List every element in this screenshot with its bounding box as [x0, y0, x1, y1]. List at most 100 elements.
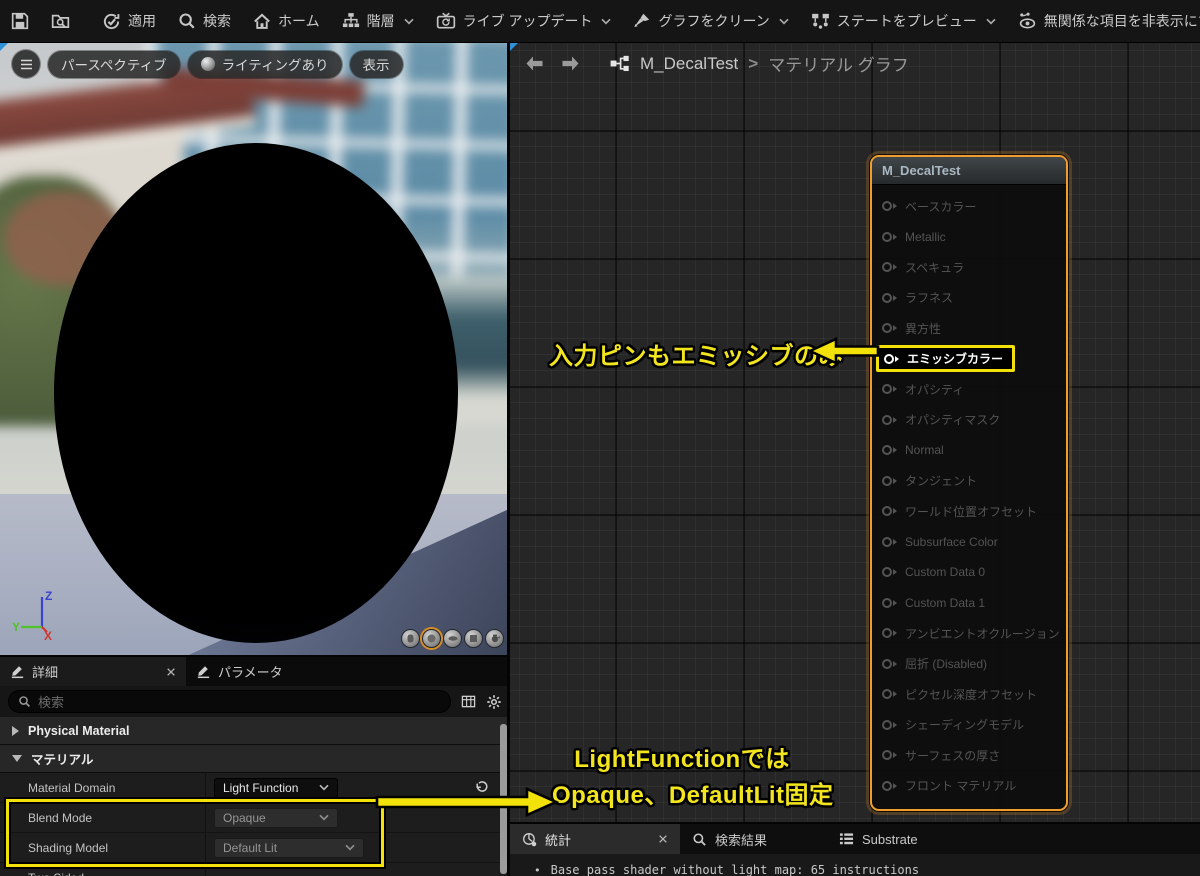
- tab-search-results-label: 検索結果: [715, 832, 768, 848]
- pin-pixel-depth-offset[interactable]: ピクセル深度オフセット: [872, 679, 1066, 710]
- details-highlight-box: [6, 799, 384, 867]
- tab-search-results[interactable]: 検索結果: [680, 824, 779, 854]
- hide-unrelated-button[interactable]: 無関係な項目を非表示にする: [1007, 0, 1200, 42]
- tab-parameters[interactable]: パラメータ: [186, 657, 293, 686]
- sphere-preview-button[interactable]: [422, 629, 441, 648]
- section-physical-material[interactable]: Physical Material: [0, 717, 510, 745]
- breadcrumb-current[interactable]: マテリアル グラフ: [768, 51, 909, 76]
- pin-surface-thickness[interactable]: サーフェスの厚さ: [872, 740, 1066, 771]
- sphere-icon: [423, 630, 440, 647]
- pin-refraction[interactable]: 屈折 (Disabled): [872, 649, 1066, 680]
- stats-message: Base pass shader without light map: 65 i…: [550, 863, 920, 876]
- cylinder-preview-button[interactable]: [401, 629, 420, 648]
- panel-divider-horizontal[interactable]: [0, 655, 510, 657]
- pin-custom-data-1[interactable]: Custom Data 1: [872, 588, 1066, 619]
- pin-opacity[interactable]: オパシティ: [872, 374, 1066, 405]
- forward-button[interactable]: [559, 55, 581, 72]
- preview-state-button[interactable]: ステートをプレビュー: [800, 0, 1007, 42]
- chevron-down-icon: [986, 18, 996, 25]
- pin-custom-data-0[interactable]: Custom Data 0: [872, 557, 1066, 588]
- gear-icon[interactable]: [486, 694, 502, 710]
- pin-icon: [882, 780, 897, 792]
- close-icon[interactable]: [658, 834, 668, 844]
- pin-anisotropy[interactable]: 異方性: [872, 313, 1066, 344]
- back-button[interactable]: [524, 55, 546, 72]
- breadcrumb-asset-name[interactable]: M_DecalTest: [640, 54, 738, 74]
- pin-specular[interactable]: スペキュラ: [872, 252, 1066, 283]
- viewport-menu-button[interactable]: [12, 50, 40, 78]
- search-label: 検索: [203, 13, 231, 29]
- pin-shading-model[interactable]: シェーディングモデル: [872, 710, 1066, 741]
- close-icon[interactable]: [166, 667, 176, 677]
- annotation-fixed-note: LightFunctionでは Opaque、DefaultLit固定: [552, 742, 833, 814]
- tab-details-label: 詳細: [32, 665, 59, 680]
- perspective-pill[interactable]: パースペクティブ: [48, 50, 180, 78]
- pin-metallic[interactable]: Metallic: [872, 222, 1066, 253]
- graph-icon: [610, 55, 630, 72]
- clean-graph-button[interactable]: グラフをクリーン: [622, 0, 799, 42]
- search-icon: [18, 695, 31, 708]
- show-pill[interactable]: 表示: [349, 50, 403, 78]
- pin-icon: [882, 658, 897, 670]
- tab-details[interactable]: 詳細: [0, 657, 186, 686]
- pin-icon: [882, 231, 897, 243]
- cube-preview-button[interactable]: [464, 629, 483, 648]
- breadcrumb-separator: >: [748, 53, 759, 73]
- live-update-button[interactable]: ライブ アップデート: [425, 0, 623, 42]
- search-icon: [692, 832, 707, 847]
- node-title[interactable]: M_DecalTest: [872, 157, 1066, 185]
- pin-icon: [882, 322, 897, 334]
- pin-icon: [882, 566, 897, 578]
- plane-preview-button[interactable]: [443, 629, 462, 648]
- chevron-down-icon: [601, 18, 612, 25]
- hierarchy-button[interactable]: 階層: [331, 0, 425, 42]
- browse-button[interactable]: [40, 0, 81, 42]
- home-button[interactable]: ホーム: [242, 0, 331, 42]
- collapsed-arrow-icon: [12, 725, 19, 736]
- clean-graph-label: グラフをクリーン: [658, 13, 770, 29]
- pin-front-material[interactable]: フロント マテリアル: [872, 771, 1066, 802]
- pin-roughness[interactable]: ラフネス: [872, 283, 1066, 314]
- tab-parameters-label: パラメータ: [218, 665, 283, 680]
- pin-emissive-color[interactable]: エミッシブカラー: [872, 344, 1066, 375]
- tab-substrate[interactable]: Substrate: [827, 824, 930, 854]
- pin-icon: [882, 749, 897, 761]
- material-domain-select[interactable]: Light Function: [214, 777, 338, 798]
- preview-state-label: ステートをプレビュー: [836, 13, 977, 29]
- pin-icon: [884, 353, 899, 365]
- pin-subsurface-color[interactable]: Subsurface Color: [872, 527, 1066, 558]
- grid-view-button[interactable]: [460, 694, 477, 709]
- lit-mode-pill[interactable]: ライティングあり: [187, 50, 342, 78]
- preview-mesh-buttons: [401, 629, 504, 648]
- substrate-icon: [839, 832, 854, 846]
- panel-divider-vertical[interactable]: [507, 42, 510, 876]
- search-button[interactable]: 検索: [167, 0, 242, 42]
- pin-tangent[interactable]: タンジェント: [872, 466, 1066, 497]
- pin-base-color[interactable]: ベースカラー: [872, 191, 1066, 222]
- material-result-node[interactable]: M_DecalTest ベースカラー Metallic スペキュラ ラフネス 異…: [870, 155, 1068, 811]
- pin-world-position-offset[interactable]: ワールド位置オフセット: [872, 496, 1066, 527]
- annotation-fixed-note-line1: LightFunctionでは: [574, 746, 790, 773]
- two-sided-label: Two Sided: [0, 871, 205, 876]
- annotation-arrow-left: [808, 336, 880, 366]
- live-update-icon: [436, 12, 456, 30]
- section-material[interactable]: マテリアル: [0, 745, 510, 773]
- details-search-input[interactable]: 検索: [8, 690, 451, 713]
- cylinder-icon: [402, 630, 419, 647]
- show-label: 表示: [362, 58, 390, 73]
- search-icon: [178, 12, 196, 30]
- tab-stats[interactable]: 統計: [510, 824, 680, 854]
- save-button[interactable]: [0, 0, 40, 42]
- bullet: •: [534, 864, 541, 876]
- preview-state-icon: [811, 12, 830, 30]
- pin-normal[interactable]: Normal: [872, 435, 1066, 466]
- apply-button[interactable]: 適用: [91, 0, 167, 42]
- stats-output: • Base pass shader without light map: 65…: [510, 854, 1200, 876]
- pin-ambient-occlusion[interactable]: アンビエントオクルージョン: [872, 618, 1066, 649]
- preview-sphere-mesh: [54, 143, 458, 643]
- teapot-preview-button[interactable]: [485, 629, 504, 648]
- preview-viewport[interactable]: パースペクティブ ライティングあり 表示 Z Y X: [0, 42, 510, 655]
- stats-icon: [522, 832, 537, 847]
- pin-opacity-mask[interactable]: オパシティマスク: [872, 405, 1066, 436]
- pin-icon: [882, 383, 897, 395]
